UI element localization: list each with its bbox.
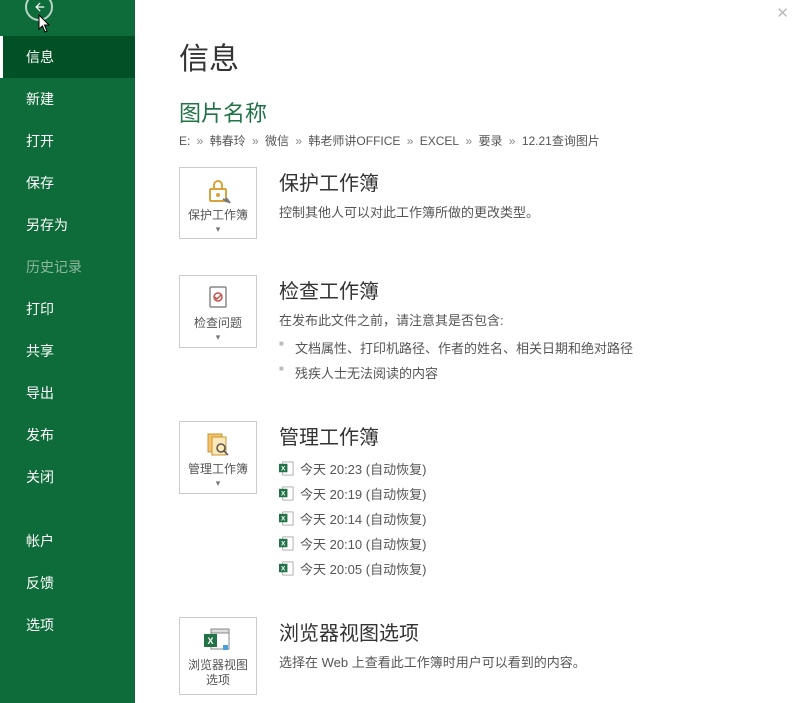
protect-workbook-tile[interactable]: 保护工作簿 ▾ bbox=[179, 167, 257, 239]
inspect-bullet: 文档属性、打印机路径、作者的姓名、相关日期和绝对路径 bbox=[295, 335, 755, 360]
sidebar-item-info[interactable]: 信息 bbox=[0, 36, 135, 78]
section-desc: 控制其他人可以对此工作簿所做的更改类型。 bbox=[279, 202, 755, 221]
section-title: 管理工作簿 bbox=[279, 421, 755, 450]
svg-text:X: X bbox=[281, 466, 286, 473]
breadcrumb-segment[interactable]: EXCEL bbox=[420, 134, 459, 148]
tile-label: 保护工作簿 bbox=[188, 208, 248, 223]
sidebar-item-print[interactable]: 打印 bbox=[0, 288, 135, 330]
breadcrumb-sep: » bbox=[462, 134, 475, 148]
back-arrow-icon bbox=[25, 0, 53, 21]
breadcrumb-segment[interactable]: 韩老师讲OFFICE bbox=[308, 134, 400, 148]
inspect-icon bbox=[203, 284, 233, 312]
browser-view-icon: X bbox=[202, 626, 234, 654]
sidebar-item-close[interactable]: 关闭 bbox=[0, 456, 135, 498]
excel-file-icon: X bbox=[279, 561, 294, 576]
section-title: 浏览器视图选项 bbox=[279, 617, 755, 646]
autorecover-label: 今天 20:23 (自动恢复) bbox=[300, 459, 426, 478]
sidebar-item-account[interactable]: 帐户 bbox=[0, 520, 135, 562]
autorecover-label: 今天 20:14 (自动恢复) bbox=[300, 509, 426, 528]
autorecover-label: 今天 20:19 (自动恢复) bbox=[300, 484, 426, 503]
inspect-bullet: 残疾人士无法阅读的内容 bbox=[295, 360, 755, 385]
sidebar-item-saveas[interactable]: 另存为 bbox=[0, 204, 135, 246]
section-title: 保护工作簿 bbox=[279, 167, 755, 196]
section-manage: 管理工作簿 ▾ 管理工作簿 X 今天 20:23 (自动恢复) X 今天 20:19 … bbox=[179, 421, 755, 581]
backstage-sidebar: 信息新建打开保存另存为历史记录打印共享导出发布关闭帐户反馈选项 bbox=[0, 0, 135, 703]
svg-text:X: X bbox=[281, 516, 286, 523]
sidebar-item-export[interactable]: 导出 bbox=[0, 372, 135, 414]
tile-label: 浏览器视图选项 bbox=[184, 658, 252, 688]
close-icon[interactable]: ✕ bbox=[776, 4, 789, 22]
section-inspect: 检查问题 ▾ 检查工作簿 在发布此文件之前，请注意其是否包含: 文档属性、打印机… bbox=[179, 275, 755, 385]
breadcrumb-sep: » bbox=[505, 134, 518, 148]
lock-icon bbox=[203, 176, 233, 204]
chevron-down-icon: ▾ bbox=[216, 335, 221, 340]
section-desc: 选择在 Web 上查看此工作簿时用户可以看到的内容。 bbox=[279, 652, 755, 671]
backstage-main: ✕ 信息 图片名称 E: » 韩春玲 » 微信 » 韩老师讲OFFICE » E… bbox=[135, 0, 799, 703]
chevron-down-icon: ▾ bbox=[216, 481, 221, 486]
autorecover-item[interactable]: X 今天 20:05 (自动恢复) bbox=[279, 556, 755, 581]
breadcrumb-segment[interactable]: 要录 bbox=[478, 134, 502, 148]
excel-file-icon: X bbox=[279, 461, 294, 476]
sidebar-item-history: 历史记录 bbox=[0, 246, 135, 288]
svg-text:X: X bbox=[281, 541, 286, 548]
svg-text:X: X bbox=[281, 566, 286, 573]
sidebar-item-save[interactable]: 保存 bbox=[0, 162, 135, 204]
sidebar-item-options[interactable]: 选项 bbox=[0, 604, 135, 646]
sidebar-item-open[interactable]: 打开 bbox=[0, 120, 135, 162]
tile-label: 管理工作簿 bbox=[188, 462, 248, 477]
autorecover-list: X 今天 20:23 (自动恢复) X 今天 20:19 (自动恢复) X 今天 20:1… bbox=[279, 456, 755, 581]
breadcrumb-sep: » bbox=[292, 134, 305, 148]
breadcrumb-sep: » bbox=[249, 134, 262, 148]
section-browser-view: X 浏览器视图选项 浏览器视图选项 选择在 Web 上查看此工作簿时用户可以看到… bbox=[179, 617, 755, 695]
autorecover-item[interactable]: X 今天 20:10 (自动恢复) bbox=[279, 531, 755, 556]
excel-file-icon: X bbox=[279, 486, 294, 501]
autorecover-item[interactable]: X 今天 20:19 (自动恢复) bbox=[279, 481, 755, 506]
svg-text:X: X bbox=[207, 636, 213, 646]
section-protect: 保护工作簿 ▾ 保护工作簿 控制其他人可以对此工作簿所做的更改类型。 bbox=[179, 167, 755, 239]
breadcrumb: E: » 韩春玲 » 微信 » 韩老师讲OFFICE » EXCEL » 要录 … bbox=[179, 132, 755, 149]
tile-label: 检查问题 bbox=[194, 316, 242, 331]
chevron-down-icon: ▾ bbox=[216, 227, 221, 232]
breadcrumb-sep: » bbox=[403, 134, 416, 148]
sidebar-item-share[interactable]: 共享 bbox=[0, 330, 135, 372]
excel-file-icon: X bbox=[279, 511, 294, 526]
autorecover-label: 今天 20:10 (自动恢复) bbox=[300, 534, 426, 553]
breadcrumb-segment[interactable]: 微信 bbox=[265, 134, 289, 148]
section-desc: 在发布此文件之前，请注意其是否包含: bbox=[279, 310, 755, 329]
breadcrumb-segment[interactable]: 韩春玲 bbox=[210, 134, 246, 148]
sidebar-item-publish[interactable]: 发布 bbox=[0, 414, 135, 456]
svg-text:X: X bbox=[281, 491, 286, 498]
browser-view-tile[interactable]: X 浏览器视图选项 bbox=[179, 617, 257, 695]
sidebar-item-feedback[interactable]: 反馈 bbox=[0, 562, 135, 604]
inspect-tile[interactable]: 检查问题 ▾ bbox=[179, 275, 257, 347]
back-button[interactable] bbox=[0, 0, 135, 28]
autorecover-label: 今天 20:05 (自动恢复) bbox=[300, 559, 426, 578]
autorecover-item[interactable]: X 今天 20:23 (自动恢复) bbox=[279, 456, 755, 481]
manage-workbook-tile[interactable]: 管理工作簿 ▾ bbox=[179, 421, 257, 493]
document-name: 图片名称 bbox=[179, 96, 755, 128]
excel-file-icon: X bbox=[279, 536, 294, 551]
breadcrumb-sep: » bbox=[193, 134, 206, 148]
breadcrumb-segment[interactable]: E: bbox=[179, 134, 190, 148]
folder-search-icon bbox=[203, 430, 233, 458]
page-title: 信息 bbox=[179, 34, 755, 78]
section-title: 检查工作簿 bbox=[279, 275, 755, 304]
breadcrumb-segment[interactable]: 12.21查询图片 bbox=[522, 134, 600, 148]
sidebar-item-new[interactable]: 新建 bbox=[0, 78, 135, 120]
inspect-bullet-list: 文档属性、打印机路径、作者的姓名、相关日期和绝对路径残疾人士无法阅读的内容 bbox=[279, 335, 755, 385]
autorecover-item[interactable]: X 今天 20:14 (自动恢复) bbox=[279, 506, 755, 531]
